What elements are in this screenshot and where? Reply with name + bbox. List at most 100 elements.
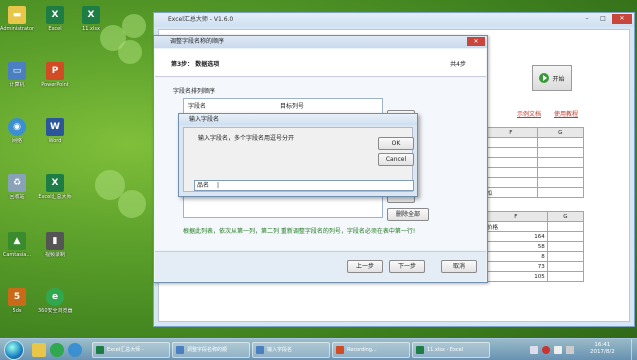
taskbar-item-input[interactable]: 输入字段名	[252, 342, 330, 358]
clock[interactable]: 16:41 2017/8/2	[590, 342, 615, 356]
desktop-icon-excel[interactable]: X Excel	[38, 6, 72, 32]
desktop-icon-network[interactable]: ◉ 网络	[0, 118, 34, 144]
grid-cell	[546, 241, 585, 252]
taskbar-item-wizard[interactable]: 调整字段名称的顺	[172, 342, 250, 358]
browser-pinned-icon[interactable]	[50, 343, 64, 357]
grid-cell: 价格	[484, 221, 548, 232]
desktop-icon-11xlsx[interactable]: X 11.xlsx	[74, 6, 108, 32]
desktop-icon-video[interactable]: ▮ 视频录制	[38, 232, 72, 258]
explorer-pinned-icon[interactable]	[32, 343, 46, 357]
field-name-input[interactable]: 品名 |	[194, 180, 414, 191]
input-cancel-button[interactable]: Cancel	[378, 153, 414, 166]
taskbar: Excel汇总大师 - 调整字段名称的顺 输入字段名 Recording... …	[0, 338, 637, 360]
next-button[interactable]: 下一步	[389, 260, 425, 273]
input-prompt: 输入字段名，多个字段名用逗号分开	[198, 135, 295, 142]
wallpaper-clover	[118, 40, 142, 64]
excel-master-icon: X	[46, 174, 64, 192]
media-pinned-icon[interactable]	[68, 343, 82, 357]
tray-icon[interactable]	[554, 346, 562, 354]
close-icon[interactable]: ✕	[612, 14, 632, 24]
grid-cell: 105	[484, 271, 548, 282]
grid-cell	[484, 157, 538, 168]
desktop-icon-recycle-bin[interactable]: ♻ 回收站	[0, 174, 34, 200]
minimize-icon[interactable]: –	[580, 14, 594, 24]
desktop-icon-word[interactable]: W Word	[38, 118, 72, 144]
folder-icon: ▬	[8, 6, 26, 24]
close-icon[interactable]: ✕	[467, 37, 485, 46]
wallpaper-clover	[122, 14, 146, 38]
sample-doc-link[interactable]: 示例文档	[517, 109, 541, 118]
desktop-icon-360-browser[interactable]: e 360安全浏览器	[38, 288, 72, 314]
grid-cell	[536, 147, 585, 158]
grid-cell	[546, 271, 585, 282]
maximize-icon[interactable]: □	[596, 14, 610, 24]
input-dialog: 输入字段名 输入字段名，多个字段名用逗号分开 OK Cancel 品名 |	[178, 113, 418, 197]
start-button-label: 开始	[552, 75, 565, 83]
grid-cell: 瓜	[484, 187, 538, 198]
desktop-icon-label: 视频录制	[44, 252, 65, 258]
grid-cell	[546, 231, 585, 242]
grid-cell: 73	[484, 261, 548, 272]
window-controls: – □ ✕	[580, 14, 632, 24]
computer-icon: ▭	[8, 62, 26, 80]
tray-icon[interactable]	[530, 346, 538, 354]
start-button[interactable]: 开始	[532, 65, 572, 91]
desktop-icon-label: 网络	[11, 138, 22, 144]
grid-cell: 164	[484, 231, 548, 242]
taskbar-item-recording[interactable]: Recording...	[332, 342, 410, 358]
grid-cell: 58	[484, 241, 548, 252]
grid-col-header: F	[484, 127, 538, 138]
grid-col-header: F	[484, 211, 548, 222]
wizard-step: 第3步： 数据选项	[171, 61, 220, 68]
grid-cell	[484, 147, 538, 158]
tutorial-link[interactable]: 使用教程	[554, 109, 578, 118]
wallpaper-clover	[118, 190, 146, 218]
desktop-icon-label: 计算机	[9, 82, 25, 88]
wizard-step-total: 共4步	[450, 61, 466, 68]
ok-button[interactable]: OK	[378, 137, 414, 150]
desktop-icon-5ds[interactable]: 5 5ds	[0, 288, 34, 314]
desktop-icon-label: 11.xlsx	[82, 26, 100, 32]
camtasia-icon: ▲	[8, 232, 26, 250]
tray-icon[interactable]	[542, 346, 550, 354]
grid-cell	[484, 177, 538, 188]
desktop-icon-administrator[interactable]: ▬ Administrator	[0, 6, 34, 32]
preview-grid-bottom: FG 价格 164 58 8 73 105	[484, 211, 585, 282]
desktop-icon-computer[interactable]: ▭ 计算机	[0, 62, 34, 88]
desktop-icon-label: Administrator	[0, 26, 34, 32]
grid-cell: 8	[484, 251, 548, 262]
clock-date: 2017/8/2	[590, 349, 615, 355]
taskbar-item-excel-master[interactable]: Excel汇总大师 -	[92, 342, 170, 358]
desktop-icon-powerpoint[interactable]: P PowerPoint	[38, 62, 72, 88]
wizard-title: 调整字段名称的顺序	[154, 36, 487, 48]
show-desktop-button[interactable]	[631, 339, 637, 360]
word-icon: W	[46, 118, 64, 136]
list-header-column: 目标列号	[280, 103, 305, 110]
cancel-button[interactable]: 取消	[441, 260, 477, 273]
text-cursor: |	[217, 182, 220, 189]
list-header-field: 字段名	[188, 103, 207, 110]
desktop-icon-excel-master[interactable]: X Excel汇总大师	[38, 174, 72, 200]
grid-cell	[536, 137, 585, 148]
desktop-icon-camtasia[interactable]: ▲ Camtasia...	[0, 232, 34, 258]
grid-cell	[484, 137, 538, 148]
field-name-value: 品名	[197, 182, 210, 189]
taskbar-item-excel-file[interactable]: 11.xlsx - Excel	[412, 342, 490, 358]
excel-icon: X	[46, 6, 64, 24]
network-icon: ◉	[8, 118, 26, 136]
delete-all-button[interactable]: 删除全部	[387, 208, 429, 221]
recycle-bin-icon: ♻	[8, 174, 26, 192]
prev-button[interactable]: 上一步	[347, 260, 383, 273]
desktop-icon-label: Camtasia...	[2, 252, 32, 258]
grid-cell	[546, 261, 585, 272]
wizard-hint: 根据此列表，依次从第一列，第二列 重新调整字段名的列号，字段名必须在表中第一行!	[183, 228, 416, 235]
video-file-icon: ▮	[46, 232, 64, 250]
grid-cell	[546, 221, 585, 232]
start-orb-icon[interactable]	[4, 340, 24, 360]
grid-cell	[536, 187, 585, 198]
speaker-icon[interactable]	[566, 346, 574, 354]
desktop-icon-label: Excel汇总大师	[38, 194, 72, 200]
grid-cell	[546, 251, 585, 262]
section-label: 字段名排列顺序	[173, 88, 216, 95]
grid-cell	[536, 157, 585, 168]
